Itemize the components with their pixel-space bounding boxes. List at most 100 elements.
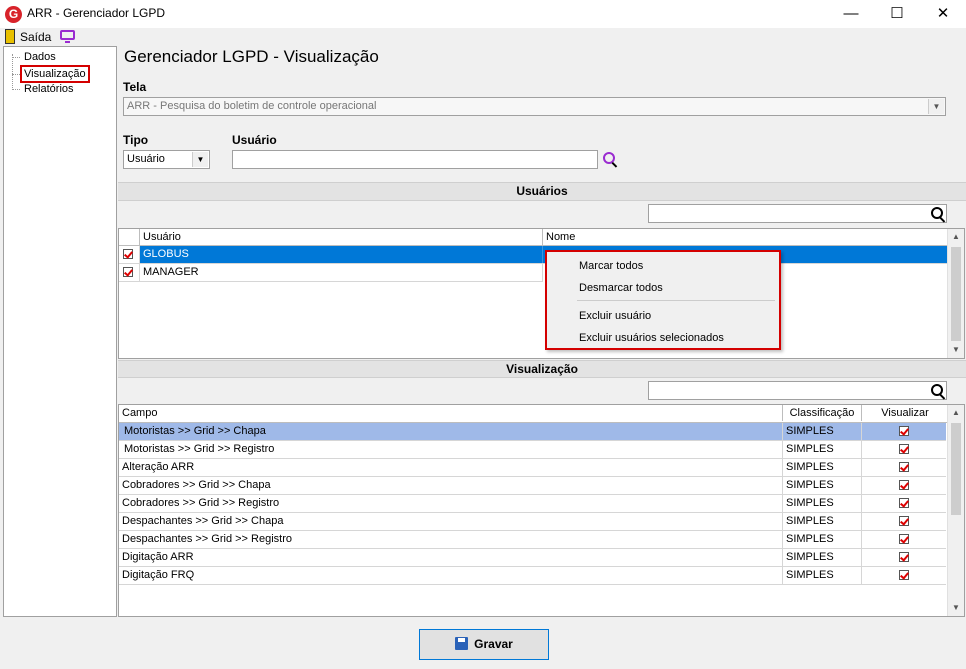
view-section-header: Visualização bbox=[118, 360, 966, 378]
exit-button[interactable]: Saída bbox=[20, 30, 51, 44]
tela-select[interactable]: ARR - Pesquisa do boletim de controle op… bbox=[123, 97, 946, 116]
menu-item-mark-all[interactable]: Marcar todos bbox=[579, 256, 643, 276]
row-visualizar-checkbox[interactable] bbox=[862, 495, 946, 512]
tipo-label: Tipo bbox=[123, 133, 149, 147]
table-row[interactable]: Cobradores >> Grid >> Chapa SIMPLES bbox=[119, 477, 946, 495]
header-nome[interactable]: Nome bbox=[543, 229, 950, 245]
row-campo: Alteração ARR bbox=[119, 459, 783, 476]
usuario-search-button[interactable] bbox=[603, 152, 621, 170]
row-classificacao: SIMPLES bbox=[783, 513, 862, 530]
row-checkbox[interactable] bbox=[119, 246, 140, 263]
search-icon[interactable] bbox=[603, 152, 615, 164]
row-classificacao: SIMPLES bbox=[783, 567, 862, 584]
view-filter-input[interactable] bbox=[648, 381, 947, 400]
checkbox-checked-icon[interactable] bbox=[899, 480, 909, 491]
tela-select-value: ARR - Pesquisa do boletim de controle op… bbox=[127, 100, 377, 112]
table-row[interactable]: Despachantes >> Grid >> Registro SIMPLES bbox=[119, 531, 946, 549]
table-row[interactable]: Alteração ARR SIMPLES bbox=[119, 459, 946, 477]
row-visualizar-checkbox[interactable] bbox=[862, 531, 946, 548]
save-button[interactable]: Gravar bbox=[419, 629, 549, 660]
search-icon[interactable] bbox=[931, 384, 943, 396]
row-visualizar-checkbox[interactable] bbox=[862, 423, 946, 440]
view-grid: Campo Classificação Visualizar Motorista… bbox=[118, 404, 965, 617]
table-row[interactable]: Digitação FRQ SIMPLES bbox=[119, 567, 946, 585]
users-scrollbar[interactable]: ▲ ▼ bbox=[947, 229, 964, 358]
checkbox-checked-icon[interactable] bbox=[899, 534, 909, 545]
users-filter-input[interactable] bbox=[648, 204, 947, 223]
checkbox-checked-icon[interactable] bbox=[899, 570, 909, 581]
tree-item-dados[interactable]: Dados bbox=[12, 50, 58, 64]
page-title: Gerenciador LGPD - Visualização bbox=[124, 47, 379, 66]
table-row[interactable]: Motoristas >> Grid >> Chapa SIMPLES bbox=[119, 423, 946, 441]
row-campo: Digitação FRQ bbox=[119, 567, 783, 584]
tela-label: Tela bbox=[123, 80, 147, 94]
tree-item-visualizacao[interactable]: Visualização bbox=[12, 65, 90, 83]
table-row[interactable]: Digitação ARR SIMPLES bbox=[119, 549, 946, 567]
menu-item-delete-user[interactable]: Excluir usuário bbox=[579, 306, 651, 326]
minimize-button[interactable]: — bbox=[828, 0, 874, 28]
scroll-thumb[interactable] bbox=[951, 247, 961, 341]
chevron-down-icon[interactable]: ▼ bbox=[192, 152, 208, 167]
tipo-select[interactable]: Usuário ▼ bbox=[123, 150, 210, 169]
row-visualizar-checkbox[interactable] bbox=[862, 549, 946, 566]
checkbox-checked-icon[interactable] bbox=[899, 444, 909, 455]
table-row[interactable]: Despachantes >> Grid >> Chapa SIMPLES bbox=[119, 513, 946, 531]
header-visualizar[interactable]: Visualizar bbox=[862, 405, 948, 421]
row-classificacao: SIMPLES bbox=[783, 531, 862, 548]
row-user: MANAGER bbox=[140, 264, 543, 281]
row-campo: Despachantes >> Grid >> Registro bbox=[119, 531, 783, 548]
scroll-down-icon[interactable]: ▼ bbox=[948, 342, 964, 358]
checkbox-checked-icon[interactable] bbox=[899, 516, 909, 527]
checkbox-checked-icon[interactable] bbox=[899, 498, 909, 509]
menu-item-unmark-all[interactable]: Desmarcar todos bbox=[579, 278, 663, 298]
search-icon[interactable] bbox=[931, 207, 943, 219]
row-classificacao: SIMPLES bbox=[783, 477, 862, 494]
row-classificacao: SIMPLES bbox=[783, 459, 862, 476]
header-campo[interactable]: Campo bbox=[119, 405, 783, 421]
toolbar bbox=[0, 28, 966, 46]
usuario-label: Usuário bbox=[232, 133, 277, 147]
scroll-thumb[interactable] bbox=[951, 423, 961, 515]
monitor-icon[interactable] bbox=[60, 30, 75, 43]
table-row[interactable]: Motoristas >> Grid >> Registro SIMPLES bbox=[119, 441, 946, 459]
scroll-up-icon[interactable]: ▲ bbox=[948, 229, 964, 245]
users-grid-header: Usuário Nome bbox=[119, 229, 950, 246]
checkbox-checked-icon[interactable] bbox=[899, 462, 909, 473]
header-check bbox=[119, 229, 140, 245]
users-grid: Usuário Nome GLOBUS MANAGER ▲ ▼ bbox=[118, 228, 965, 359]
row-visualizar-checkbox[interactable] bbox=[862, 567, 946, 584]
scroll-down-icon[interactable]: ▼ bbox=[948, 600, 964, 616]
table-row[interactable]: MANAGER bbox=[119, 264, 543, 282]
chevron-down-icon[interactable]: ▼ bbox=[928, 99, 944, 114]
table-row[interactable]: GLOBUS bbox=[119, 246, 947, 264]
row-user: GLOBUS bbox=[140, 246, 543, 263]
checkbox-checked-icon[interactable] bbox=[899, 426, 909, 437]
row-visualizar-checkbox[interactable] bbox=[862, 513, 946, 530]
header-classificacao[interactable]: Classificação bbox=[783, 405, 862, 421]
save-button-label: Gravar bbox=[474, 637, 513, 651]
row-classificacao: SIMPLES bbox=[783, 423, 862, 440]
row-visualizar-checkbox[interactable] bbox=[862, 441, 946, 458]
row-visualizar-checkbox[interactable] bbox=[862, 459, 946, 476]
tree-item-relatorios[interactable]: Relatórios bbox=[12, 82, 76, 96]
close-button[interactable]: ✕ bbox=[920, 0, 966, 28]
header-usuario[interactable]: Usuário bbox=[140, 229, 543, 245]
checkbox-checked-icon[interactable] bbox=[899, 552, 909, 563]
row-classificacao: SIMPLES bbox=[783, 495, 862, 512]
usuario-input[interactable] bbox=[232, 150, 598, 169]
row-checkbox[interactable] bbox=[119, 264, 140, 281]
tree-connector bbox=[12, 54, 13, 90]
menu-item-delete-selected-users[interactable]: Excluir usuários selecionados bbox=[579, 328, 724, 348]
floppy-disk-icon bbox=[455, 637, 469, 650]
table-row[interactable]: Cobradores >> Grid >> Registro SIMPLES bbox=[119, 495, 946, 513]
context-menu: Marcar todos Desmarcar todos Excluir usu… bbox=[545, 250, 781, 350]
view-scrollbar[interactable]: ▲ ▼ bbox=[947, 405, 964, 616]
exit-door-icon[interactable] bbox=[5, 29, 15, 44]
app-logo-icon: G bbox=[5, 6, 22, 23]
row-classificacao: SIMPLES bbox=[783, 441, 862, 458]
maximize-button[interactable]: ☐ bbox=[874, 0, 920, 28]
users-section-header: Usuários bbox=[118, 182, 966, 201]
row-visualizar-checkbox[interactable] bbox=[862, 477, 946, 494]
row-campo: Digitação ARR bbox=[119, 549, 783, 566]
scroll-up-icon[interactable]: ▲ bbox=[948, 405, 964, 421]
